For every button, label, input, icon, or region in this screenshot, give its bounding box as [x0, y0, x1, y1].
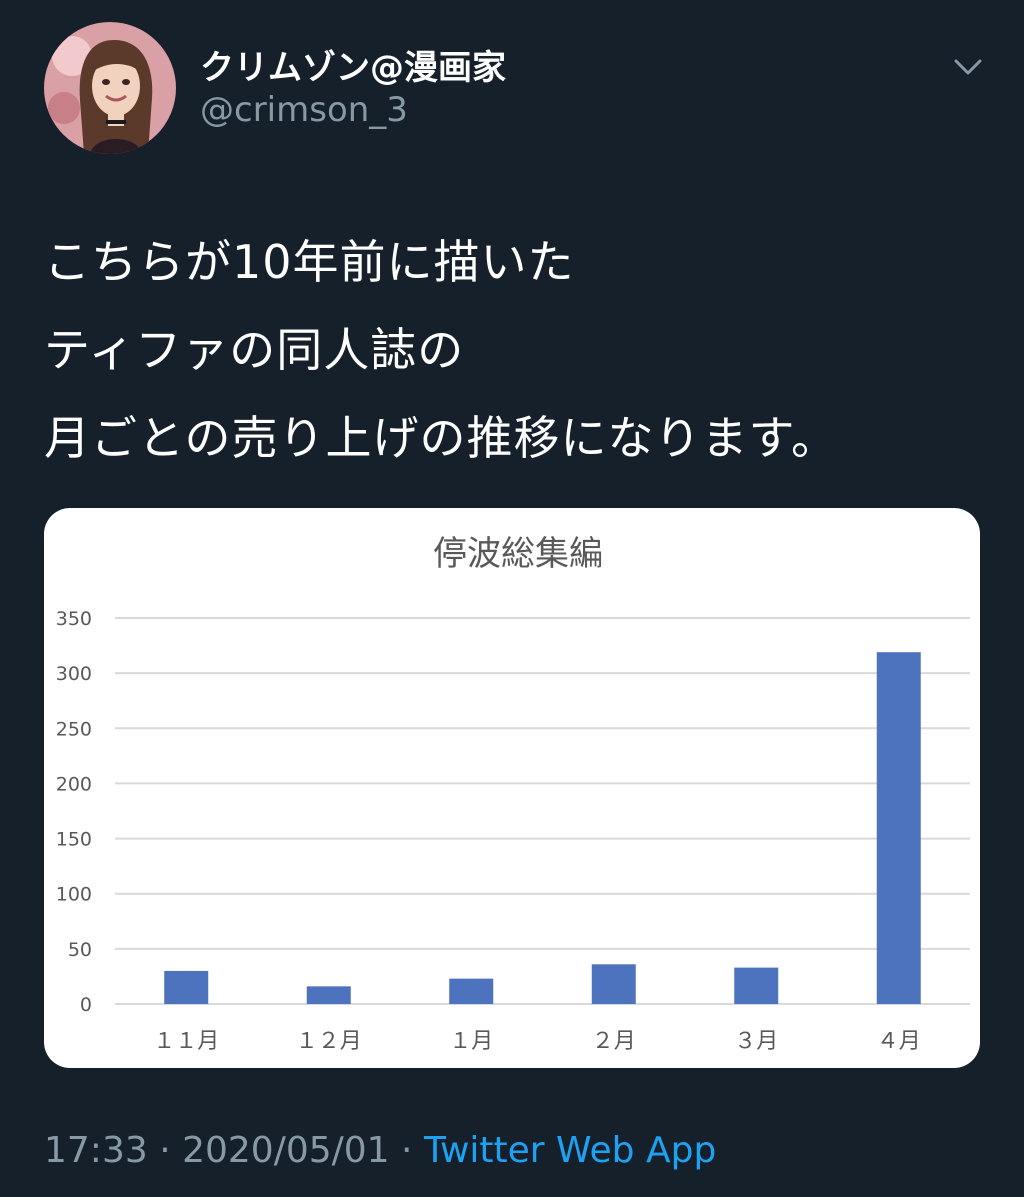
x-tick-label: １月: [449, 1029, 493, 1054]
x-tick-label: ４月: [877, 1029, 921, 1054]
y-tick-label: 200: [56, 773, 92, 795]
bar-chart: 停波総集編 0 50 100 150 200 250 300 350 １１月 １２月 １月 ２月 ３月…: [56, 534, 970, 1054]
tweet-media-chart[interactable]: 停波総集編 0 50 100 150 200 250 300 350 １１月 １２月 １月 ２月 ３月…: [44, 508, 980, 1068]
avatar-image: [44, 22, 176, 154]
avatar[interactable]: [44, 22, 176, 154]
tweet-text-line: ティファの同人誌の: [44, 323, 465, 377]
x-tick-label: ３月: [734, 1029, 778, 1054]
chart-bar: [876, 652, 921, 1004]
meta-separator: ·: [389, 1130, 424, 1171]
tweet-source-link[interactable]: Twitter Web App: [424, 1130, 716, 1171]
x-tick-label: １２月: [296, 1029, 362, 1054]
chart-bar: [734, 967, 779, 1004]
tweet-text-line: 月ごとの売り上げの推移になります。: [44, 411, 838, 465]
y-tick-label: 100: [56, 884, 92, 906]
tweet: クリムゾン@漫画家 @crimson_3 こちらが10年前に描いた ティファの同…: [0, 0, 1024, 1197]
chart-title: 停波総集編: [433, 534, 603, 574]
y-tick-label: 0: [80, 994, 92, 1016]
x-tick-label: ２月: [592, 1029, 636, 1054]
chart-bar: [449, 978, 494, 1004]
y-tick-label: 250: [56, 718, 92, 740]
meta-separator: ·: [147, 1130, 183, 1171]
author-display-name[interactable]: クリムゾン@漫画家: [200, 40, 506, 89]
chevron-down-icon[interactable]: [946, 50, 990, 84]
y-tick-label: 300: [56, 663, 92, 685]
tweet-text-line: こちらが10年前に描いた: [44, 235, 575, 289]
tweet-date[interactable]: 2020/05/01: [182, 1130, 390, 1171]
chart-bar: [164, 970, 209, 1004]
x-tick-label: １１月: [153, 1029, 219, 1054]
tweet-text: こちらが10年前に描いた ティファの同人誌の 月ごとの売り上げの推移になります。: [44, 218, 984, 482]
y-tick-label: 150: [56, 829, 92, 851]
author-handle[interactable]: @crimson_3: [200, 90, 408, 130]
y-tick-label: 350: [56, 608, 92, 630]
tweet-time[interactable]: 17:33: [44, 1130, 148, 1171]
chart-bar: [306, 986, 351, 1004]
chart-bar: [591, 964, 636, 1004]
tweet-metadata: 17:33 · 2020/05/01 · Twitter Web App: [44, 1130, 716, 1171]
y-tick-label: 50: [68, 939, 92, 961]
